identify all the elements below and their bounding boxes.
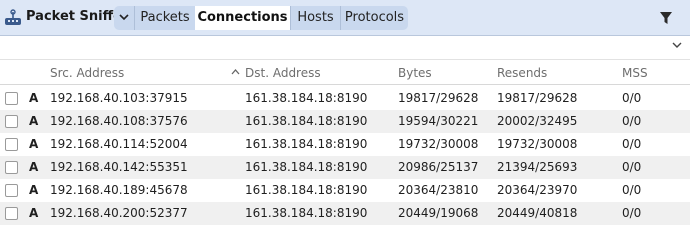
table-row[interactable]: A 192.168.40.114:52004 161.38.184.18:819… — [0, 133, 690, 156]
mss: 0/0 — [622, 183, 642, 197]
bytes: 20449/19068 — [398, 206, 479, 220]
protocol-flag: A — [29, 137, 39, 151]
filter-bar — [0, 36, 690, 60]
dst-address: 161.38.184.18:8190 — [245, 137, 368, 151]
bytes: 19817/29628 — [398, 91, 479, 105]
resends: 20449/40818 — [497, 206, 578, 220]
src-address: 192.168.40.189:45678 — [50, 183, 188, 197]
mss: 0/0 — [622, 206, 642, 220]
resends: 19817/29628 — [497, 91, 578, 105]
resends: 19732/30008 — [497, 137, 578, 151]
mss: 0/0 — [622, 137, 642, 151]
protocol-flag: A — [29, 206, 39, 220]
tab-packets[interactable]: Packets — [134, 6, 195, 30]
tab-connections[interactable]: Connections — [195, 6, 290, 30]
column-header-dst-address[interactable]: Dst. Address — [245, 66, 321, 80]
bytes: 20986/25137 — [398, 160, 479, 174]
bytes: 20364/23810 — [398, 183, 479, 197]
column-header-mss[interactable]: MSS — [622, 66, 648, 80]
dst-address: 161.38.184.18:8190 — [245, 206, 368, 220]
mss: 0/0 — [622, 160, 642, 174]
filter-icon[interactable] — [660, 11, 672, 25]
sort-ascending-icon — [231, 69, 240, 75]
row-checkbox[interactable] — [5, 115, 18, 128]
row-checkbox[interactable] — [5, 207, 18, 220]
src-address: 192.168.40.114:52004 — [50, 137, 188, 151]
bytes: 19594/30221 — [398, 114, 479, 128]
src-address: 192.168.40.108:37576 — [50, 114, 188, 128]
protocol-flag: A — [29, 114, 39, 128]
packet-sniffer-app-icon — [5, 9, 21, 25]
protocol-flag: A — [29, 91, 39, 105]
table-row[interactable]: A 192.168.40.189:45678 161.38.184.18:819… — [0, 179, 690, 202]
dst-address: 161.38.184.18:8190 — [245, 160, 368, 174]
table-row[interactable]: A 192.168.40.142:55351 161.38.184.18:819… — [0, 156, 690, 179]
mss: 0/0 — [622, 114, 642, 128]
row-checkbox[interactable] — [5, 184, 18, 197]
protocol-flag: A — [29, 160, 39, 174]
resends: 21394/25693 — [497, 160, 578, 174]
bytes: 19732/30008 — [398, 137, 479, 151]
toolbar: Packet Sniffer Packets Connections Hosts… — [0, 0, 690, 36]
row-checkbox[interactable] — [5, 161, 18, 174]
dst-address: 161.38.184.18:8190 — [245, 183, 368, 197]
table-header: Src. Address Dst. Address Bytes Resends … — [0, 61, 690, 85]
tab-hosts[interactable]: Hosts — [290, 6, 340, 30]
protocol-flag: A — [29, 183, 39, 197]
resends: 20002/32495 — [497, 114, 578, 128]
app-menu-button[interactable] — [114, 6, 134, 30]
dst-address: 161.38.184.18:8190 — [245, 91, 368, 105]
src-address: 192.168.40.200:52377 — [50, 206, 188, 220]
src-address: 192.168.40.142:55351 — [50, 160, 188, 174]
table-row[interactable]: A 192.168.40.108:37576 161.38.184.18:819… — [0, 110, 690, 133]
src-address: 192.168.40.103:37915 — [50, 91, 188, 105]
app-title: Packet Sniffer — [26, 9, 129, 24]
row-checkbox[interactable] — [5, 92, 18, 105]
table-row[interactable]: A 192.168.40.200:52377 161.38.184.18:819… — [0, 202, 690, 225]
chevron-down-icon[interactable] — [672, 42, 682, 49]
resends: 20364/23970 — [497, 183, 578, 197]
column-header-bytes[interactable]: Bytes — [398, 66, 432, 80]
table-row[interactable]: A 192.168.40.103:37915 161.38.184.18:819… — [0, 87, 690, 110]
tab-protocols[interactable]: Protocols — [340, 6, 408, 30]
column-header-src-address[interactable]: Src. Address — [50, 66, 124, 80]
chevron-down-icon — [119, 14, 129, 21]
mss: 0/0 — [622, 91, 642, 105]
row-checkbox[interactable] — [5, 138, 18, 151]
dst-address: 161.38.184.18:8190 — [245, 114, 368, 128]
column-header-resends[interactable]: Resends — [497, 66, 547, 80]
